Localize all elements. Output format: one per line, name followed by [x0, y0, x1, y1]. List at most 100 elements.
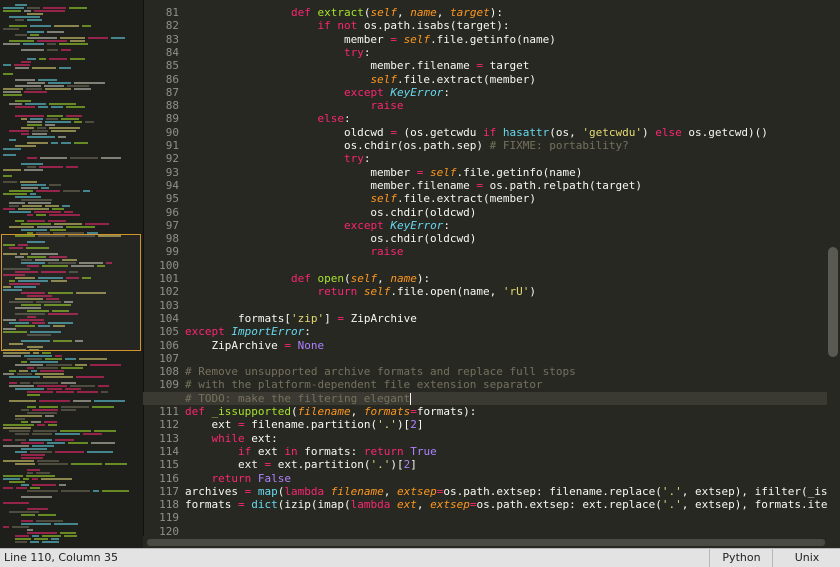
- code-line[interactable]: raise: [185, 245, 827, 258]
- code-line[interactable]: raise: [185, 99, 827, 112]
- minimap-token: [27, 391, 53, 393]
- minimap-token: [27, 214, 33, 216]
- minimap-line: [3, 361, 143, 363]
- code-line[interactable]: formats['zip'] = ZipArchive: [185, 312, 827, 325]
- line-number: 89: [165, 112, 179, 126]
- vertical-scrollbar-thumb[interactable]: [828, 247, 838, 357]
- minimap-line: [3, 373, 143, 375]
- minimap-viewport-indicator[interactable]: [1, 234, 141, 351]
- minimap-token: [9, 139, 16, 141]
- line-endings-selector[interactable]: Unix: [772, 549, 840, 567]
- code-line[interactable]: def extract(self, name, target):: [185, 6, 827, 19]
- code-line[interactable]: else:: [185, 112, 827, 125]
- minimap-token: [45, 124, 55, 126]
- code-token: =: [410, 405, 417, 418]
- code-editor[interactable]: 81 82 83 84 85 86 87 88 89 90 91 92 93 94 95 96 97 98 99 10…: [143, 0, 827, 536]
- code-line[interactable]: formats = dict(izip(imap(lambda ext, ext…: [185, 498, 827, 511]
- code-line[interactable]: # Remove unsupported archive formats and…: [185, 365, 827, 378]
- code-line[interactable]: [185, 259, 827, 272]
- code-line[interactable]: except KeyError:: [185, 219, 827, 232]
- code-line[interactable]: member.filename = target: [185, 59, 827, 72]
- line-number: 91: [165, 139, 179, 152]
- minimap-token: [9, 16, 40, 18]
- code-line[interactable]: self.file.extract(member): [185, 73, 827, 86]
- minimap-token: [12, 526, 29, 528]
- minimap-line: [3, 46, 143, 48]
- code-token: member.filename: [185, 178, 477, 192]
- code-token: return: [317, 285, 358, 299]
- code-line[interactable]: def open(self, name):: [185, 272, 827, 285]
- code-line[interactable]: os.chdir(oldcwd): [185, 206, 827, 219]
- minimap-line: [3, 226, 143, 228]
- code-token: self: [350, 272, 378, 285]
- minimap-line: [3, 7, 143, 9]
- minimap-token: [32, 484, 56, 486]
- code-line[interactable]: os.chdir(oldcwd): [185, 232, 827, 245]
- minimap-token: [85, 223, 109, 225]
- minimap-line: [3, 517, 143, 519]
- minimap-token: [23, 43, 44, 45]
- code-line[interactable]: def _issupported(filename, formats=forma…: [185, 405, 827, 418]
- minimap-token: [74, 82, 105, 84]
- syntax-selector[interactable]: Python: [709, 549, 773, 567]
- code-line[interactable]: if ext in formats: return True: [185, 445, 827, 458]
- minimap-token: [58, 136, 66, 138]
- minimap-token: [21, 457, 43, 459]
- minimap-token: [61, 367, 83, 369]
- minimap-token: [14, 64, 30, 66]
- minimap-token: [21, 187, 38, 189]
- code-line[interactable]: while ext:: [185, 432, 827, 445]
- minimap-token: [67, 85, 89, 87]
- minimap-token: [76, 376, 104, 378]
- code-text-area[interactable]: def extract(self, name, target): if not …: [143, 0, 827, 536]
- code-line[interactable]: ext = filename.partition('.')[2]: [185, 418, 827, 431]
- minimap[interactable]: [0, 0, 144, 548]
- minimap-line: [3, 229, 143, 231]
- code-line[interactable]: except ImportError:: [185, 325, 827, 338]
- minimap-token: [3, 88, 23, 90]
- code-line[interactable]: member = self.file.getinfo(name): [185, 166, 827, 179]
- minimap-token: [21, 127, 34, 129]
- code-line[interactable]: ext = ext.partition('.')[2]: [185, 458, 827, 471]
- minimap-token: [36, 520, 63, 522]
- code-line[interactable]: try:: [185, 46, 827, 59]
- code-line[interactable]: oldcwd = (os.getcwdu if hasattr(os, 'get…: [185, 126, 827, 139]
- code-line[interactable]: except KeyError:: [185, 86, 827, 99]
- code-token: self: [370, 6, 397, 19]
- minimap-token: [101, 157, 121, 159]
- code-line[interactable]: return self.file.open(name, 'rU'): [185, 285, 827, 298]
- minimap-token: [18, 208, 49, 210]
- minimap-line: [3, 73, 143, 75]
- code-token: self: [370, 72, 397, 86]
- horizontal-scrollbar-thumb[interactable]: [147, 539, 825, 546]
- code-line[interactable]: [185, 299, 827, 312]
- code-line[interactable]: member.filename = os.path.relpath(target…: [185, 179, 827, 192]
- code-line[interactable]: ZipArchive = None: [185, 339, 827, 352]
- code-token: def: [290, 6, 311, 19]
- current-code-line[interactable]: # TODO: make the filtering elegant: [143, 391, 827, 405]
- code-token: (: [290, 405, 298, 418]
- minimap-token: [27, 358, 42, 360]
- minimap-token: [21, 229, 47, 231]
- minimap-line: [3, 448, 143, 450]
- code-line[interactable]: [185, 525, 827, 536]
- minimap-token: [9, 226, 34, 228]
- code-line[interactable]: archives = map(lambda filename, extsep=o…: [185, 485, 827, 498]
- minimap-token: [49, 127, 80, 129]
- code-token: =: [390, 32, 397, 46]
- code-token: self: [403, 32, 431, 46]
- code-line[interactable]: # with the platform-dependent file exten…: [185, 378, 827, 391]
- code-line[interactable]: self.file.extract(member): [185, 192, 827, 205]
- code-line[interactable]: os.chdir(os.path.sep) # FIXME: portabili…: [185, 139, 827, 152]
- line-number: 98: [165, 232, 179, 246]
- code-line[interactable]: [185, 511, 827, 524]
- code-line[interactable]: try:: [185, 152, 827, 165]
- code-line[interactable]: [185, 352, 827, 365]
- code-line[interactable]: if not os.path.isabs(target):: [185, 19, 827, 32]
- code-line[interactable]: member = self.file.getinfo(name): [185, 33, 827, 46]
- minimap-token: [32, 433, 52, 435]
- minimap-token: [9, 400, 36, 402]
- code-token: True: [410, 444, 437, 458]
- minimap-line: [3, 220, 143, 222]
- code-line[interactable]: return False: [185, 472, 827, 485]
